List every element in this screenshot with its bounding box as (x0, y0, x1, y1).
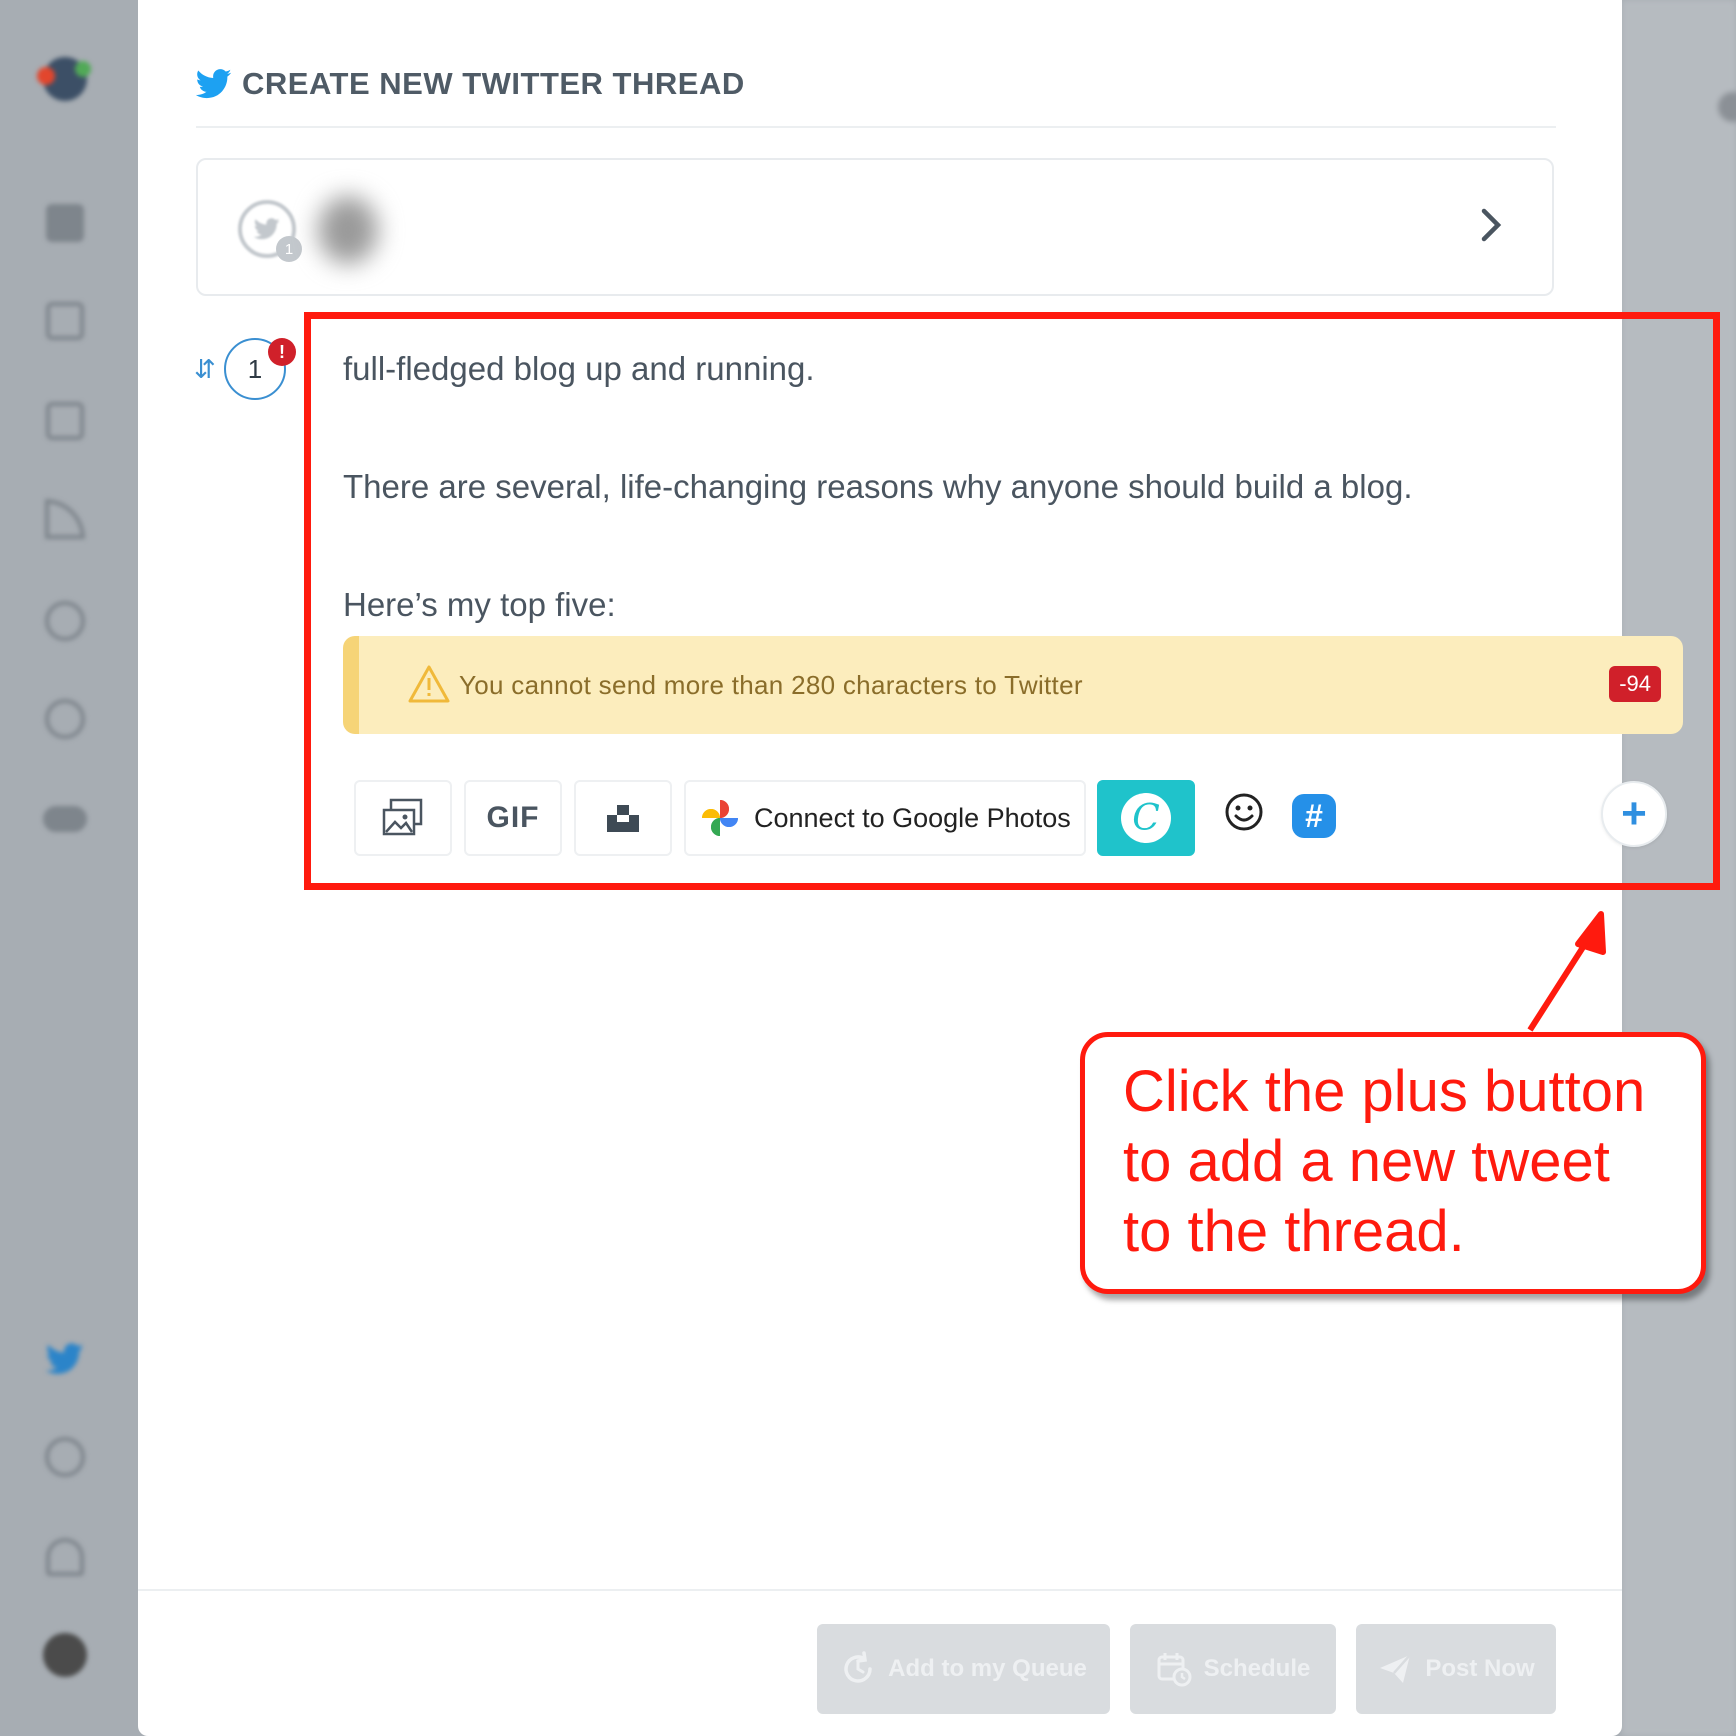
post-now-button[interactable]: Post Now (1356, 1624, 1556, 1714)
right-panel-edge (1622, 0, 1736, 1736)
twitter-icon (196, 69, 232, 99)
add-tweet-button[interactable]: + (1601, 781, 1667, 847)
chevron-right-icon[interactable] (1470, 204, 1512, 246)
panel-header: CREATE NEW TWITTER THREAD (196, 66, 745, 102)
tweet-paragraph: full-fledged blog up and running. (343, 350, 815, 387)
add-to-queue-button[interactable]: Add to my Queue (817, 1624, 1110, 1714)
gif-button[interactable]: GIF (464, 780, 562, 856)
compose-icon[interactable] (42, 298, 88, 344)
image-gallery-icon (382, 798, 423, 836)
toggle-icon[interactable] (42, 796, 88, 842)
unsplash-icon (607, 805, 639, 832)
google-photos-icon (702, 800, 738, 836)
bell-icon[interactable] (42, 1534, 88, 1580)
unsplash-button[interactable] (574, 780, 672, 856)
callout-line: to the thread. (1123, 1199, 1465, 1264)
hashtag-icon[interactable]: # (1292, 794, 1336, 838)
error-badge: ! (268, 338, 296, 366)
plus-icon: + (1621, 789, 1647, 838)
rss-icon[interactable] (42, 496, 88, 542)
canva-button[interactable]: C (1097, 780, 1195, 856)
tweet-paragraph: Here’s my top five: (343, 586, 616, 623)
calendar-clock-icon (1157, 1653, 1192, 1687)
character-count-badge: -94 (1609, 666, 1661, 702)
post-now-label: Post Now (1425, 1655, 1535, 1682)
queue-label: Add to my Queue (888, 1655, 1087, 1682)
dashboard-icon[interactable] (42, 200, 88, 246)
reorder-icon[interactable]: ⇵ (194, 354, 216, 385)
send-icon (1380, 1654, 1412, 1683)
warning-icon (408, 665, 450, 703)
connect-google-photos-button[interactable]: Connect to Google Photos (684, 780, 1086, 856)
image-upload-button[interactable] (354, 780, 452, 856)
twitter-icon[interactable] (42, 1336, 88, 1382)
character-limit-warning: You cannot send more than 280 characters… (343, 636, 1683, 734)
thread-composer-panel: CREATE NEW TWITTER THREAD 1 (138, 0, 1622, 1736)
callout-line: to add a new tweet (1123, 1129, 1610, 1194)
emoji-icon[interactable] (1224, 792, 1264, 832)
gif-icon: GIF (486, 801, 540, 834)
canva-icon: C (1121, 793, 1171, 843)
bulb-icon[interactable] (42, 696, 88, 742)
logo-icon[interactable] (37, 56, 91, 102)
divider (196, 126, 1556, 128)
account-selector[interactable]: 1 (196, 158, 1554, 296)
tweet-paragraph: There are several, life-changing reasons… (343, 468, 1413, 505)
analytics-icon[interactable] (42, 598, 88, 644)
sidebar (0, 0, 138, 1736)
warning-message: You cannot send more than 280 characters… (459, 670, 1083, 700)
page-title: CREATE NEW TWITTER THREAD (242, 66, 745, 101)
google-photos-label: Connect to Google Photos (754, 802, 1071, 833)
callout-text: Click the plus button to add a new tweet… (1123, 1057, 1645, 1267)
avatar[interactable] (42, 1632, 88, 1678)
annotation-callout: Click the plus button to add a new tweet… (1080, 1032, 1706, 1294)
schedule-label: Schedule (1203, 1655, 1311, 1682)
footer-divider (138, 1589, 1622, 1591)
callout-line: Click the plus button (1123, 1059, 1646, 1124)
account-count-badge: 1 (276, 236, 302, 262)
calendar-icon[interactable] (42, 398, 88, 444)
account-avatar[interactable] (318, 196, 378, 264)
info-icon[interactable] (42, 1434, 88, 1480)
queue-icon (844, 1651, 872, 1683)
schedule-button[interactable]: Schedule (1130, 1624, 1336, 1714)
